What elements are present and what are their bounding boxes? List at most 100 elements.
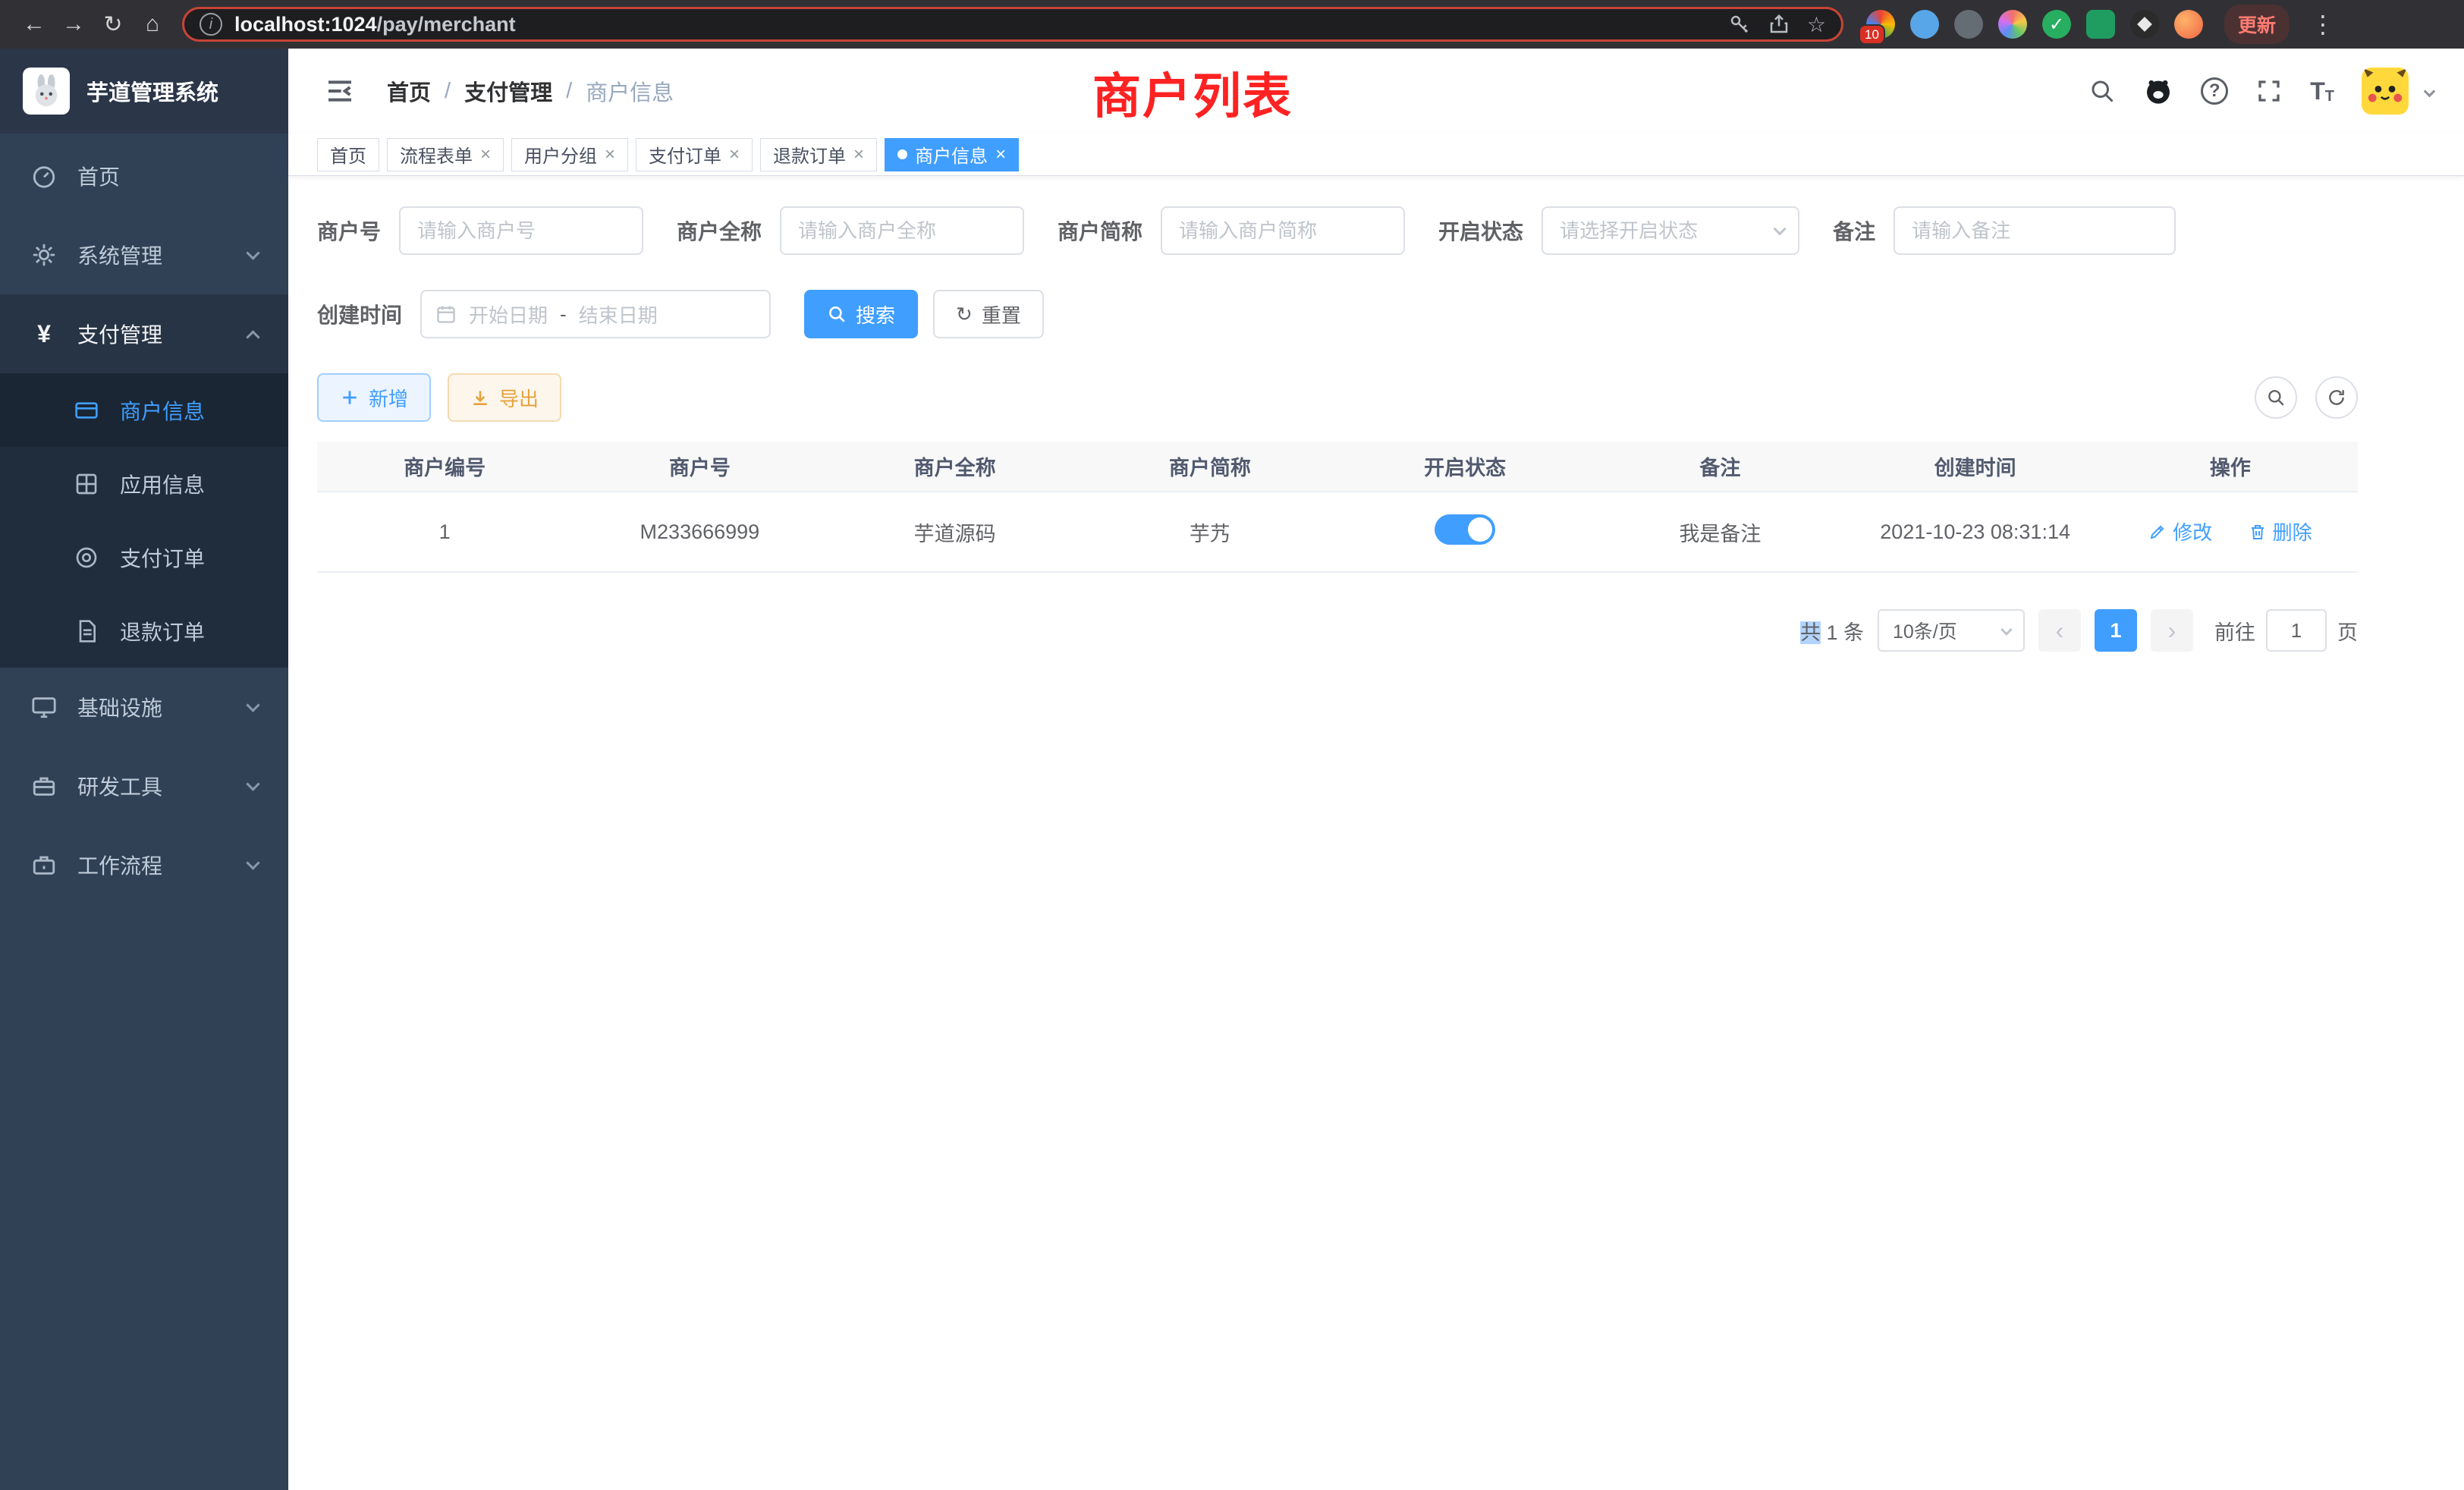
font-size-icon[interactable]: TT <box>2310 77 2334 105</box>
page-size-select[interactable]: 10条/页 <box>1878 609 2025 652</box>
browser-back-button[interactable]: ← <box>17 7 52 42</box>
extensions-puzzle-icon[interactable]: 10 <box>1866 10 1895 39</box>
close-icon[interactable]: × <box>480 146 491 164</box>
plus-icon <box>340 388 360 407</box>
monitor-icon <box>30 694 58 720</box>
tab-refund-order[interactable]: 退款订单 × <box>760 138 877 171</box>
avatar[interactable] <box>2362 68 2409 115</box>
extension-orange-icon[interactable] <box>2174 10 2203 39</box>
tab-label: 流程表单 <box>400 141 473 168</box>
cell-create-time: 2021-10-23 08:31:14 <box>1848 492 2103 572</box>
reset-button[interactable]: ↻ 重置 <box>933 290 1044 338</box>
search-button[interactable]: 搜索 <box>804 290 918 338</box>
extension-check-icon[interactable]: ✓ <box>2042 10 2071 39</box>
toggle-search-button[interactable] <box>2255 376 2297 419</box>
search-icon[interactable] <box>2088 77 2116 105</box>
sidebar-toggle-icon[interactable] <box>325 76 355 106</box>
share-icon[interactable] <box>1768 13 1790 36</box>
browser-home-button[interactable]: ⌂ <box>135 7 170 42</box>
browser-toolbar: ← → ↻ ⌂ i localhost:1024/pay/merchant ☆ … <box>0 0 2464 49</box>
sidebar-item-pay-order[interactable]: 支付订单 <box>0 520 288 594</box>
sidebar-item-refund-order[interactable]: 退款订单 <box>0 594 288 668</box>
sidebar-item-home[interactable]: 首页 <box>0 137 288 215</box>
sidebar-item-label: 应用信息 <box>120 469 205 499</box>
delete-link[interactable]: 删除 <box>2249 517 2312 545</box>
create-time-range-picker[interactable]: 开始日期 - 结束日期 <box>420 290 771 338</box>
breadcrumb-current: 商户信息 <box>586 75 674 107</box>
tab-process-form[interactable]: 流程表单 × <box>387 138 504 171</box>
sidebar-item-payment[interactable]: ¥ 支付管理 <box>0 294 288 373</box>
record-circle-icon <box>73 545 100 570</box>
merchant-no-input[interactable] <box>399 206 643 255</box>
annotation-text: 商户列表 <box>1092 58 1293 127</box>
help-icon[interactable]: ? <box>2201 77 2228 105</box>
font-size-small: T <box>2325 88 2334 105</box>
edit-link-label: 修改 <box>2173 517 2212 545</box>
add-button[interactable]: 新增 <box>317 373 431 422</box>
export-button[interactable]: 导出 <box>448 373 561 422</box>
sidebar-item-label: 工作流程 <box>77 850 162 880</box>
create-time-label: 创建时间 <box>317 299 402 329</box>
url-text: localhost:1024/pay/merchant <box>234 13 1716 36</box>
github-icon[interactable] <box>2143 76 2173 106</box>
breadcrumb-payment[interactable]: 支付管理 <box>464 75 552 107</box>
browser-update-button[interactable]: 更新 <box>2224 5 2290 44</box>
app-logo[interactable]: 芋道管理系统 <box>0 49 288 134</box>
page-1-button[interactable]: 1 <box>2095 609 2137 652</box>
extension-gray-icon[interactable] <box>1954 10 1983 39</box>
browser-menu-icon[interactable]: ⋮ <box>2305 10 2341 39</box>
sidebar-item-dev-tools[interactable]: 研发工具 <box>0 747 288 825</box>
pagination-total-suffix: 条 <box>1843 621 1864 644</box>
merchant-table: 商户编号 商户号 商户全称 商户简称 开启状态 备注 创建时间 操作 1 M23… <box>317 442 2358 573</box>
navbar-actions: ? TT <box>2088 68 2434 115</box>
remark-input[interactable] <box>1894 206 2176 255</box>
url-bar[interactable]: i localhost:1024/pay/merchant ☆ <box>182 7 1843 42</box>
full-name-input[interactable] <box>780 206 1024 255</box>
cell-merchant-no: M233666999 <box>572 492 827 572</box>
start-date-placeholder: 开始日期 <box>469 300 548 328</box>
refresh-icon <box>2327 388 2346 407</box>
extension-green-square-icon[interactable] <box>2086 10 2115 39</box>
extension-colorful-icon[interactable] <box>1998 10 2027 39</box>
close-icon[interactable]: × <box>729 146 740 164</box>
pagination: 共 1 条 10条/页 ‹ 1 › 前往 页 <box>317 609 2358 652</box>
status-select[interactable] <box>1542 206 1799 255</box>
fullscreen-icon[interactable] <box>2255 77 2283 105</box>
sidebar-item-system[interactable]: 系统管理 <box>0 215 288 294</box>
prev-page-button[interactable]: ‹ <box>2038 609 2081 652</box>
next-page-button[interactable]: › <box>2151 609 2193 652</box>
tab-pay-order[interactable]: 支付订单 × <box>636 138 753 171</box>
close-icon[interactable]: × <box>605 146 615 164</box>
browser-reload-button[interactable]: ↻ <box>96 7 130 42</box>
app-title: 芋道管理系统 <box>86 75 218 107</box>
sidebar-item-app-info[interactable]: 应用信息 <box>0 447 288 520</box>
pagination-total: 共 1 条 <box>1800 616 1864 646</box>
refresh-table-button[interactable] <box>2315 376 2358 419</box>
trash-icon <box>2249 523 2267 541</box>
tab-merchant-info[interactable]: 商户信息 × <box>885 138 1019 171</box>
status-switch[interactable] <box>1435 514 1495 545</box>
bookmark-star-icon[interactable]: ☆ <box>1807 12 1826 37</box>
breadcrumb-home[interactable]: 首页 <box>387 75 431 107</box>
close-icon[interactable]: × <box>995 146 1006 164</box>
tab-user-group[interactable]: 用户分组 × <box>511 138 628 171</box>
tab-label: 用户分组 <box>524 141 597 168</box>
dashboard-icon <box>30 163 58 189</box>
edit-link[interactable]: 修改 <box>2148 517 2212 545</box>
short-name-input[interactable] <box>1161 206 1405 255</box>
extension-drop-icon[interactable] <box>1910 10 1939 39</box>
search-icon <box>2266 388 2286 407</box>
chevron-down-icon <box>246 698 259 712</box>
extension-black-icon[interactable] <box>2130 10 2159 39</box>
browser-forward-button[interactable]: → <box>56 7 91 42</box>
close-icon[interactable]: × <box>853 146 864 164</box>
sidebar-item-merchant-info[interactable]: 商户信息 <box>0 373 288 447</box>
site-info-icon[interactable]: i <box>200 13 222 36</box>
avatar-caret-icon[interactable] <box>2424 85 2436 97</box>
sidebar-item-workflow[interactable]: 工作流程 <box>0 825 288 904</box>
tab-home[interactable]: 首页 <box>317 138 379 171</box>
goto-page-input[interactable] <box>2266 609 2327 652</box>
chevron-down-icon <box>246 777 259 791</box>
sidebar-item-infrastructure[interactable]: 基础设施 <box>0 668 288 747</box>
password-key-icon[interactable] <box>1728 13 1751 36</box>
